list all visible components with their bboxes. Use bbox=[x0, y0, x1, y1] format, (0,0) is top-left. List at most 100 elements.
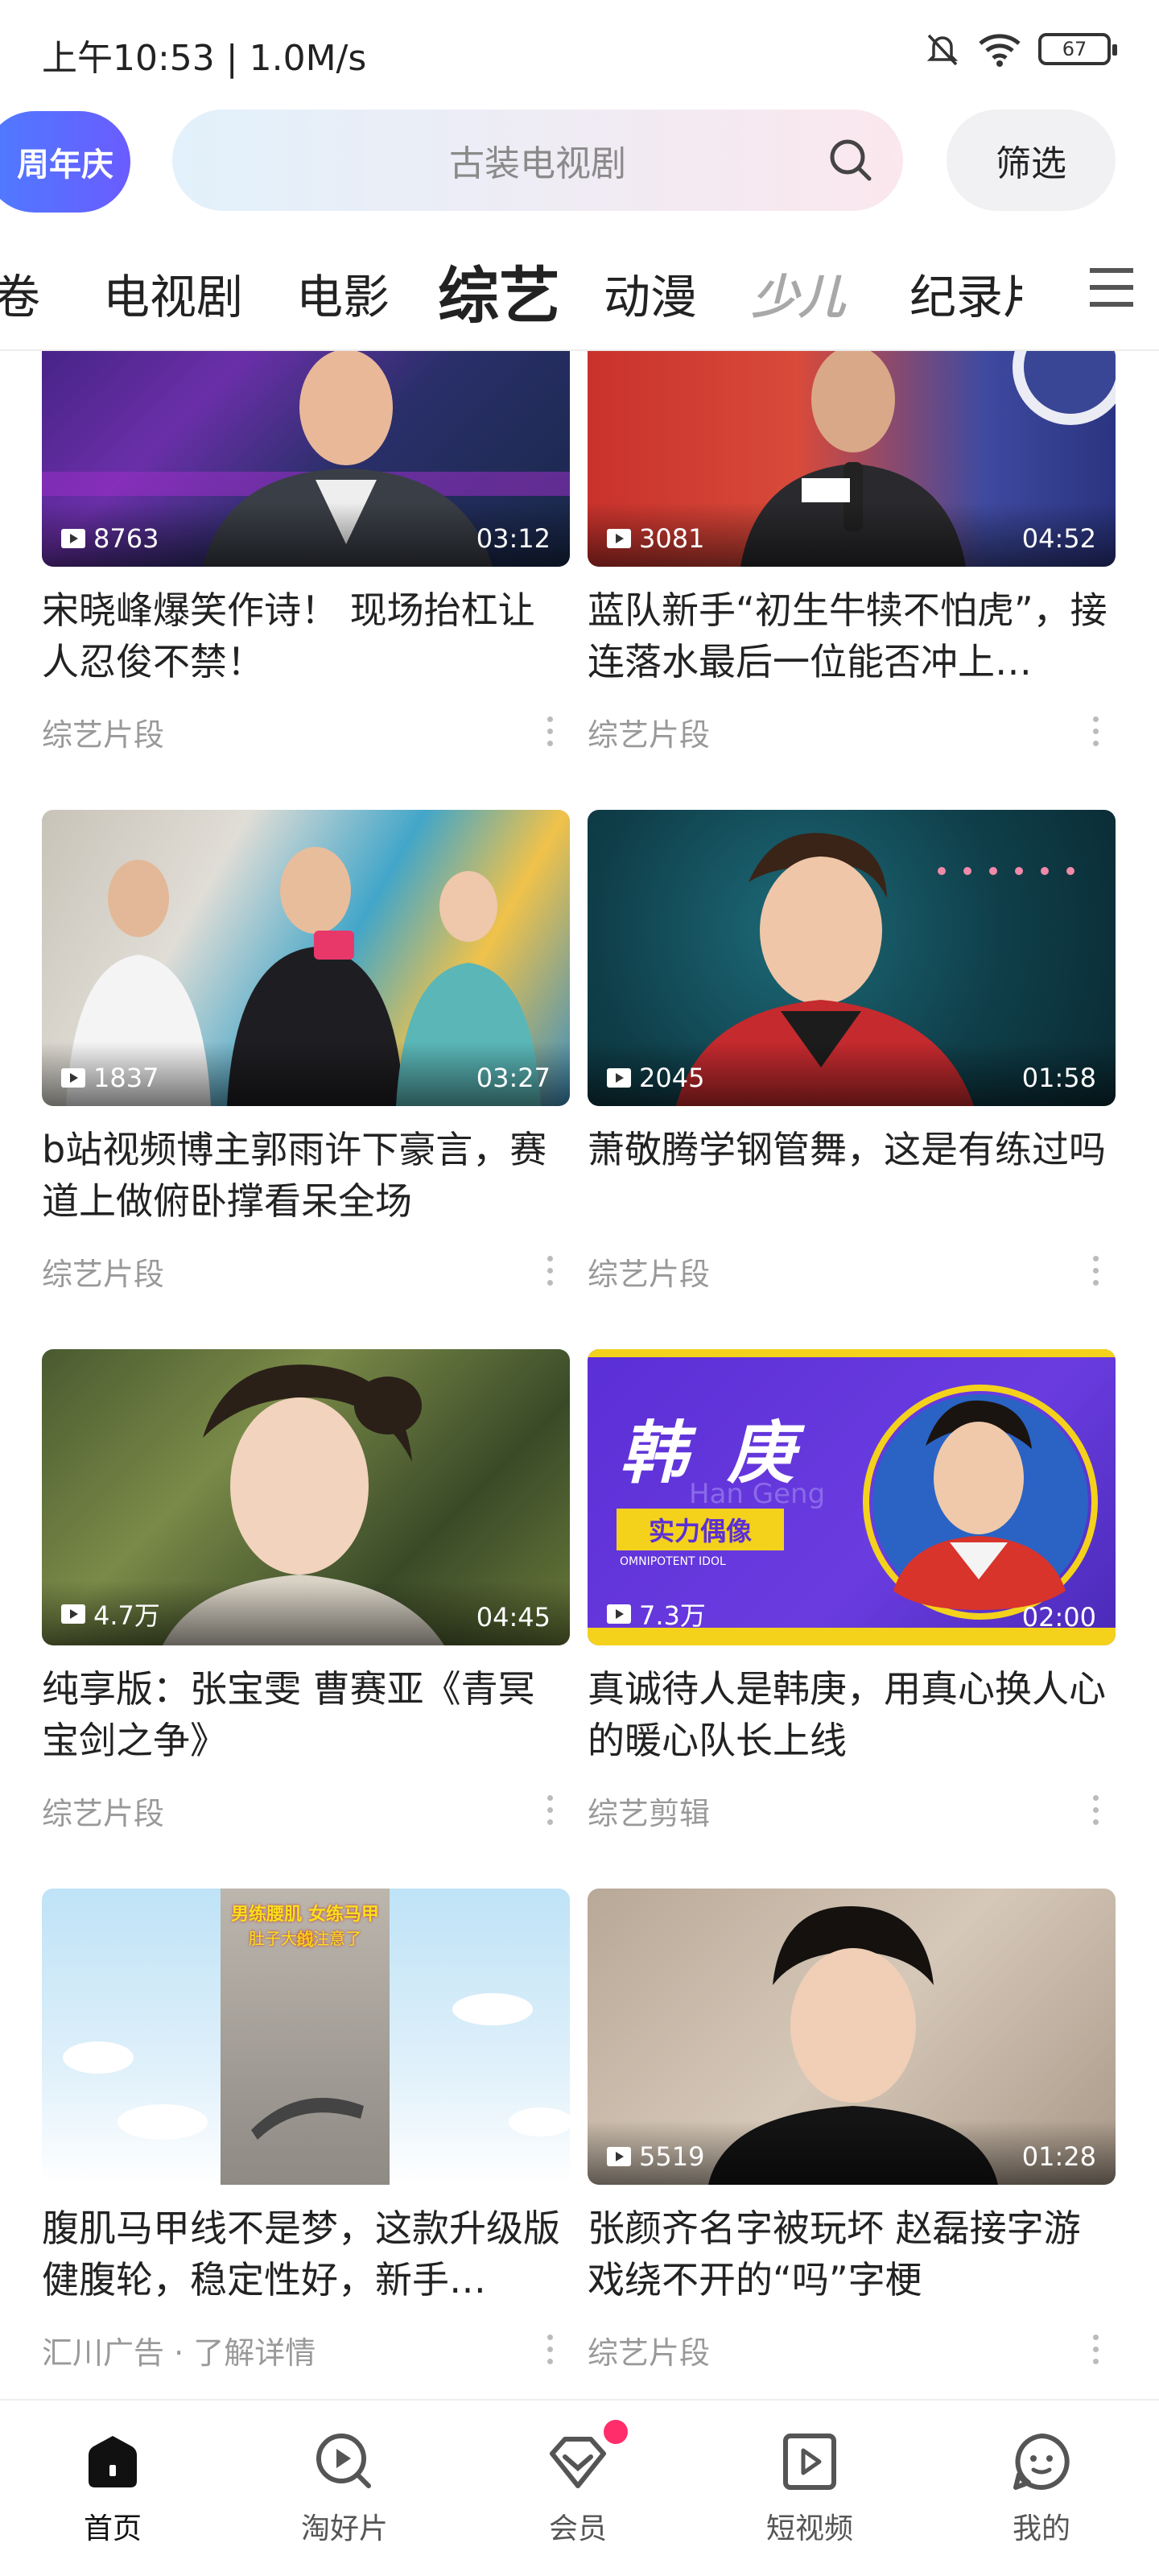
video-title[interactable]: 宋晓峰爆笑作诗！ 现场抬杠让人忍俊不禁！ bbox=[42, 584, 570, 687]
video-card[interactable]: 4.7万 04:45 纯享版：张宝雯 曹赛亚《青冥宝剑之争》 综艺片段 bbox=[42, 1349, 570, 1837]
view-count: 4.7万 bbox=[93, 1600, 160, 1631]
video-thumbnail[interactable]: 5519 01:28 bbox=[588, 1889, 1116, 2185]
duration: 01:58 bbox=[1021, 1063, 1096, 1093]
ad-title[interactable]: 腹肌马甲线不是梦，这款升级版健腹轮，稳定性好，新手… bbox=[42, 2202, 570, 2306]
video-title[interactable]: 萧敬腾学钢管舞，这是有练过吗 bbox=[588, 1124, 1116, 1227]
view-count: 5519 bbox=[639, 2141, 705, 2172]
ad-card[interactable]: 男练腰肌 女练马甲线 肚子大的注意了 腹肌马甲线不是梦，这款升级版健腹轮，稳定性… bbox=[42, 1889, 570, 2376]
notification-dot bbox=[604, 2420, 628, 2444]
battery-icon: 67 bbox=[1038, 33, 1117, 65]
video-card[interactable]: 韩 庚 Han Geng 实力偶像 OMNIPOTENT IDOL 7.3万 0… bbox=[588, 1349, 1116, 1837]
view-count: 3081 bbox=[639, 523, 705, 554]
view-count: 2045 bbox=[639, 1063, 705, 1093]
play-count: 8763 bbox=[61, 523, 159, 554]
search-icon[interactable] bbox=[827, 137, 874, 184]
video-title[interactable]: 蓝队新手“初生牛犊不怕虎”，接连落水最后一位能否冲上… bbox=[588, 584, 1116, 687]
short-video-icon bbox=[783, 2434, 836, 2490]
nav-vip-label: 会员 bbox=[548, 2512, 607, 2545]
tab-anime[interactable]: 动漫 bbox=[604, 259, 697, 327]
video-meta: 综艺剪辑 bbox=[588, 1789, 1116, 1837]
video-category: 综艺片段 bbox=[42, 1796, 165, 1831]
duration: 03:12 bbox=[476, 523, 551, 554]
video-meta: 综艺片段 bbox=[588, 2328, 1116, 2376]
ad-meta: 汇川广告 · 了解详情 bbox=[42, 2328, 570, 2376]
video-category: 综艺片段 bbox=[588, 717, 711, 753]
play-count: 2045 bbox=[607, 1063, 704, 1093]
play-count-icon bbox=[607, 1604, 631, 1624]
nav-profile-label: 我的 bbox=[1012, 2512, 1070, 2545]
anniversary-badge[interactable]: 周年庆 bbox=[0, 111, 130, 213]
ad-caption-2: 肚子大的注意了 bbox=[249, 1929, 361, 1948]
video-title[interactable]: 纯享版：张宝雯 曹赛亚《青冥宝剑之争》 bbox=[42, 1663, 570, 1766]
play-count-icon bbox=[61, 1604, 85, 1624]
duration: 01:28 bbox=[1021, 2141, 1096, 2172]
more-icon[interactable] bbox=[1091, 1256, 1099, 1291]
play-count-icon bbox=[61, 529, 85, 548]
tab-movies[interactable]: 电影 bbox=[296, 259, 390, 327]
ad-thumbnail[interactable]: 男练腰肌 女练马甲线 肚子大的注意了 bbox=[42, 1889, 570, 2185]
nav-home-label: 首页 bbox=[83, 2512, 142, 2545]
status-time: 上午10:53 | 1.0M/s bbox=[42, 38, 367, 79]
play-count-icon bbox=[607, 529, 631, 548]
video-category: 综艺片段 bbox=[588, 1257, 711, 1292]
ad-label[interactable]: 汇川广告 · 了解详情 bbox=[42, 2335, 316, 2371]
video-thumbnail[interactable]: 8763 03:12 bbox=[42, 351, 570, 567]
more-icon[interactable] bbox=[546, 1256, 554, 1291]
video-thumbnail[interactable]: 1837 03:27 bbox=[42, 810, 570, 1106]
video-meta: 综艺片段 bbox=[42, 710, 570, 758]
play-count-icon bbox=[61, 1068, 85, 1088]
video-thumbnail[interactable]: 韩 庚 Han Geng 实力偶像 OMNIPOTENT IDOL 7.3万 0… bbox=[588, 1349, 1116, 1645]
more-icon[interactable] bbox=[546, 1795, 554, 1831]
video-meta: 综艺片段 bbox=[588, 710, 1116, 758]
video-card[interactable]: 2045 01:58 萧敬腾学钢管舞，这是有练过吗 综艺片段 bbox=[588, 810, 1116, 1298]
more-icon[interactable] bbox=[1091, 2334, 1099, 2370]
video-card[interactable]: 5519 01:28 张颜齐名字被玩坏 赵磊接字游戏绕不开的“吗”字梗 综艺片段 bbox=[588, 1889, 1116, 2376]
duration: 04:45 bbox=[476, 1602, 551, 1633]
video-title[interactable]: b站视频博主郭雨许下豪言，赛道上做俯卧撑看呆全场 bbox=[42, 1124, 570, 1227]
profile-chat-icon bbox=[1013, 2434, 1070, 2490]
tab-tv-series[interactable]: 电视剧 bbox=[103, 259, 243, 327]
status-icons: 67 bbox=[924, 31, 1117, 68]
video-category: 综艺片段 bbox=[42, 1257, 165, 1292]
nav-short-video-label: 短视频 bbox=[765, 2512, 853, 2545]
tab-kids[interactable]: 少儿 bbox=[752, 259, 845, 327]
tab-variety[interactable]: 综艺 bbox=[438, 246, 560, 335]
filter-button[interactable]: 筛选 bbox=[947, 109, 1116, 211]
play-count: 7.3万 bbox=[607, 1596, 706, 1633]
video-thumbnail[interactable]: 2045 01:58 bbox=[588, 810, 1116, 1106]
bottom-nav: 首页 淘好片 会员 短视频 我的 bbox=[0, 2399, 1159, 2576]
duration: 04:52 bbox=[1021, 523, 1096, 554]
search-box[interactable]: 古装电视剧 bbox=[172, 109, 903, 211]
video-card[interactable]: 3081 04:52 蓝队新手“初生牛犊不怕虎”，接连落水最后一位能否冲上… 综… bbox=[588, 351, 1116, 758]
video-card[interactable]: 8763 03:12 宋晓峰爆笑作诗！ 现场抬杠让人忍俊不禁！ 综艺片段 bbox=[42, 351, 570, 758]
video-feed: 8763 03:12 宋晓峰爆笑作诗！ 现场抬杠让人忍俊不禁！ 综艺片段 308… bbox=[0, 351, 1159, 2396]
vip-diamond-icon bbox=[550, 2437, 606, 2488]
video-title[interactable]: 张颜齐名字被玩坏 赵磊接字游戏绕不开的“吗”字梗 bbox=[588, 2202, 1116, 2306]
duration: 02:00 bbox=[1021, 1602, 1096, 1633]
video-title[interactable]: 真诚待人是韩庚，用真心换人心的暖心队长上线 bbox=[588, 1663, 1116, 1766]
mute-bell-icon bbox=[926, 34, 959, 66]
video-category: 综艺剪辑 bbox=[588, 1796, 711, 1831]
view-count: 7.3万 bbox=[639, 1600, 706, 1631]
tab-documentary[interactable]: 纪录片 bbox=[909, 259, 1022, 327]
status-bar: 上午10:53 | 1.0M/s 67 bbox=[0, 0, 1159, 105]
more-icon[interactable] bbox=[1091, 1795, 1099, 1831]
video-card[interactable]: 1837 03:27 b站视频博主郭雨许下豪言，赛道上做俯卧撑看呆全场 综艺片段 bbox=[42, 810, 570, 1298]
menu-icon[interactable] bbox=[1083, 259, 1140, 316]
more-icon[interactable] bbox=[1091, 716, 1099, 752]
more-icon[interactable] bbox=[546, 716, 554, 752]
video-thumbnail[interactable]: 3081 04:52 bbox=[588, 351, 1116, 567]
play-count: 4.7万 bbox=[61, 1596, 160, 1633]
tab-partial[interactable]: 卷 bbox=[0, 259, 40, 327]
video-category: 综艺片段 bbox=[42, 717, 165, 753]
video-thumbnail[interactable]: 4.7万 04:45 bbox=[42, 1349, 570, 1645]
discover-play-icon bbox=[316, 2434, 371, 2488]
nav-discover-label: 淘好片 bbox=[300, 2512, 388, 2545]
home-icon bbox=[89, 2436, 137, 2487]
play-count-icon bbox=[607, 1068, 631, 1088]
more-icon[interactable] bbox=[546, 2334, 554, 2370]
play-count: 1837 bbox=[61, 1063, 159, 1093]
play-count-icon bbox=[607, 2147, 631, 2166]
category-tabs: 卷 电视剧 电影 综艺 动漫 少儿 纪录片 bbox=[0, 225, 1159, 351]
search-placeholder: 古装电视剧 bbox=[449, 143, 626, 184]
